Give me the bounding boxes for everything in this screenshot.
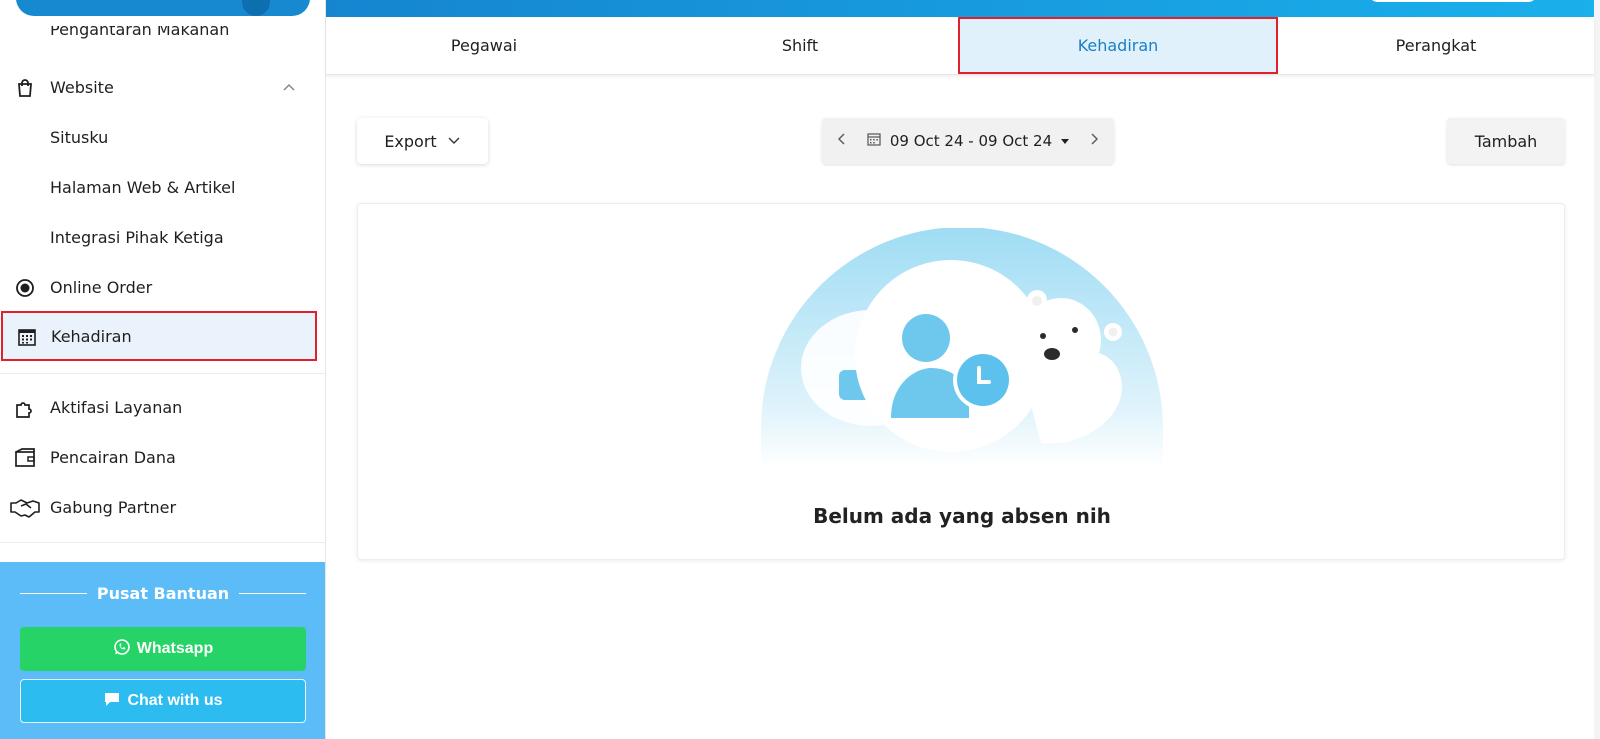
export-label: Export — [384, 131, 437, 151]
brand-avatar — [242, 0, 270, 16]
sidebar-item-website[interactable]: Website — [0, 62, 325, 112]
sidebar-item-label: Integrasi Pihak Ketiga — [50, 227, 224, 247]
chevron-down-icon — [447, 132, 461, 151]
header-search-pill[interactable] — [1368, 0, 1538, 2]
sidebar-item-online-order[interactable]: Online Order — [0, 262, 325, 312]
date-range-display[interactable]: 09 Oct 24 - 09 Oct 24 — [866, 131, 1070, 151]
sidebar-item-integrasi[interactable]: Integrasi Pihak Ketiga — [0, 212, 325, 262]
wallet-icon — [14, 447, 36, 469]
sidebar-item-label: Gabung Partner — [50, 497, 177, 517]
help-center-title: Pusat Bantuan — [20, 584, 307, 603]
date-range-picker[interactable]: 09 Oct 24 - 09 Oct 24 — [822, 118, 1114, 164]
sidebar-divider — [0, 542, 325, 543]
sidebar-item-situsku[interactable]: Situsku — [0, 112, 325, 162]
chevron-right-icon[interactable] — [1088, 132, 1100, 150]
tab-kehadiran[interactable]: Kehadiran — [958, 17, 1278, 74]
sidebar-item-aktifasi[interactable]: Aktifasi Layanan — [0, 382, 325, 432]
sidebar-item-label: Pencairan Dana — [50, 447, 176, 467]
chat-with-us-button[interactable]: Chat with us — [20, 679, 306, 723]
help-center-label: Pusat Bantuan — [96, 584, 230, 603]
date-range-value: 09 Oct 24 - 09 Oct 24 — [889, 132, 1053, 150]
sidebar-item-label: Website — [50, 77, 114, 97]
sidebar-item-label: Aktifasi Layanan — [50, 397, 183, 417]
export-button[interactable]: Export — [357, 118, 488, 164]
sidebar-item-label: Online Order — [50, 277, 153, 297]
handshake-icon — [10, 497, 40, 519]
tab-shift[interactable]: Shift — [642, 17, 958, 74]
add-button[interactable]: Tambah — [1447, 118, 1565, 164]
chat-label: Chat with us — [127, 692, 223, 709]
whatsapp-label: Whatsapp — [136, 640, 214, 657]
chevron-left-icon[interactable] — [836, 132, 848, 150]
sidebar-item-pengantaran[interactable]: Pengantaran Makanan — [50, 26, 229, 46]
radio-dot-icon — [14, 277, 36, 299]
app-root: Pengantaran Makanan Website Situsku Hala… — [0, 0, 1600, 739]
whatsapp-button[interactable]: Whatsapp — [20, 627, 306, 671]
sidebar-item-kehadiran[interactable]: Kehadiran — [1, 311, 317, 361]
tab-perangkat[interactable]: Perangkat — [1278, 17, 1594, 74]
title-rule — [20, 593, 87, 594]
page-scrollbar[interactable] — [1594, 0, 1600, 739]
sidebar-item-partner[interactable]: Gabung Partner — [0, 482, 325, 532]
whatsapp-icon — [113, 638, 131, 661]
chat-bubble-icon — [103, 690, 121, 713]
help-center-panel: Pusat Bantuan Whatsapp Chat with us — [0, 562, 325, 739]
brand-pill[interactable] — [16, 0, 310, 16]
chevron-up-icon[interactable] — [282, 80, 296, 94]
sidebar-item-label: Halaman Web & Artikel — [50, 177, 236, 197]
top-header-bar — [326, 0, 1600, 17]
attendance-tabs: Pegawai Shift Kehadiran Perangkat — [326, 17, 1594, 75]
sidebar-divider — [0, 373, 325, 374]
empty-state-illustration — [761, 227, 1163, 468]
sidebar-item-halaman-web[interactable]: Halaman Web & Artikel — [0, 162, 325, 212]
sidebar-item-label: Kehadiran — [51, 326, 132, 346]
title-rule — [239, 593, 307, 594]
attendance-empty-card: Belum ada yang absen nih — [357, 203, 1565, 560]
calendar-icon — [16, 326, 38, 348]
caret-down-icon — [1060, 132, 1070, 150]
calendar-icon — [866, 131, 882, 151]
shopping-bag-icon — [14, 77, 36, 99]
sidebar-item-label: Situsku — [50, 127, 109, 147]
tab-pegawai[interactable]: Pegawai — [326, 17, 642, 74]
sidebar: Pengantaran Makanan Website Situsku Hala… — [0, 0, 326, 739]
puzzle-icon — [14, 397, 36, 419]
empty-state-message: Belum ada yang absen nih — [813, 504, 1111, 528]
sidebar-item-pencairan[interactable]: Pencairan Dana — [0, 432, 325, 482]
